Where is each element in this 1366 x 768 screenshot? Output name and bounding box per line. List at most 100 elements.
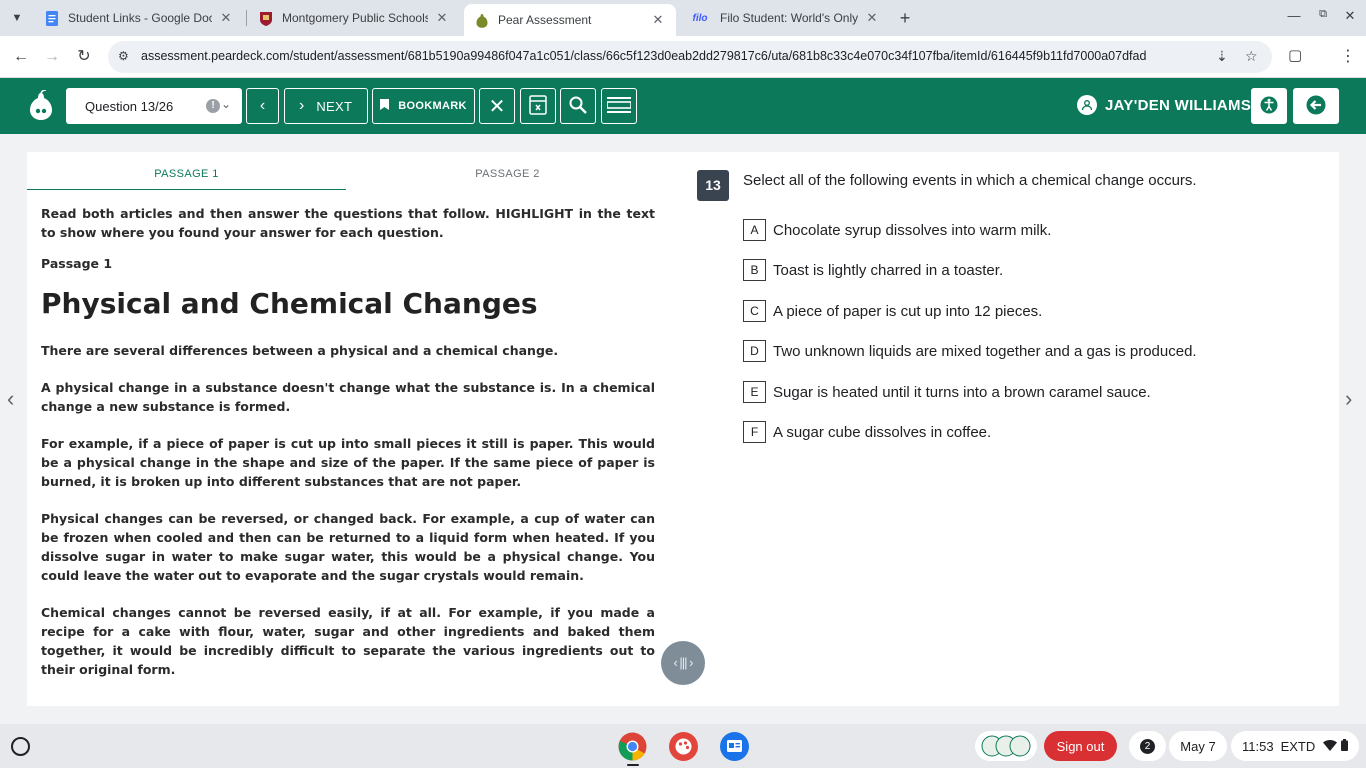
url-text[interactable]: assessment.peardeck.com/student/assessme… [141,49,1205,63]
flag-info-icon: ! [206,99,220,113]
active-app-indicator [627,764,639,766]
tab-student-links[interactable]: Student Links - Google Docs ✕ [34,4,244,32]
clock-timezone: EXTD [1280,738,1316,754]
line-reader-button[interactable] [601,88,637,124]
exit-button[interactable] [1293,88,1339,124]
tote-thumbnails[interactable] [975,731,1037,761]
new-tab-plus-icon[interactable]: + [894,7,916,29]
chevron-left-icon[interactable]: ‹ [7,386,14,412]
answer-option-d[interactable]: D Two unknown liquids are mixed together… [743,340,1197,362]
site-info-icon[interactable]: ⚙ [118,49,129,63]
browser-toolbar: ← → ↻ ⚙ assessment.peardeck.com/student/… [0,36,1366,78]
option-letter: F [743,421,766,443]
classroom-app-icon[interactable] [720,732,749,761]
paint-app-icon[interactable] [669,732,698,761]
close-icon[interactable]: ✕ [434,10,450,26]
option-text: Sugar is heated until it turns into a br… [773,383,1151,401]
question-selector-label: Question 13/26 [85,99,174,114]
minimize-icon[interactable]: — [1284,8,1304,23]
install-app-icon[interactable]: ⇣ [1216,48,1228,65]
option-letter: D [743,340,766,362]
accessibility-icon [1260,96,1278,117]
close-x-icon: ✕ [488,95,506,118]
option-text: A sugar cube dissolves in coffee. [773,423,992,441]
option-letter: A [743,219,766,241]
answer-option-c[interactable]: C A piece of paper is cut up into 12 pie… [743,300,1042,322]
line-reader-icon [606,96,632,116]
tab-search-icon[interactable]: ▼ [6,8,28,28]
kebab-menu-icon[interactable]: ⋮ [1340,46,1356,66]
next-button-label: NEXT [316,98,353,114]
pear-icon [474,12,490,28]
passage-paragraph[interactable]: Chemical changes cannot be reversed easi… [41,603,655,679]
restore-icon[interactable]: ⧉ [1313,8,1333,21]
reload-icon[interactable]: ↻ [73,46,95,68]
calculator-button[interactable] [520,88,556,124]
tab-passage-1[interactable]: PASSAGE 1 [27,168,346,190]
battery-icon [1341,738,1349,754]
tab-filo[interactable]: filo Filo Student: World's Only Live I ✕ [678,4,890,32]
question-number-badge: 13 [697,170,729,201]
browser-tab-strip: ▼ Student Links - Google Docs ✕ Montgome… [0,0,1366,36]
tab-title: Filo Student: World's Only Live I [720,11,858,25]
docs-icon [44,10,60,26]
passage-paragraph[interactable]: For example, if a piece of paper is cut … [41,434,655,491]
tab-pear-assessment[interactable]: Pear Assessment ✕ [464,4,676,36]
answer-option-f[interactable]: F A sugar cube dissolves in coffee. [743,421,991,443]
pane-resize-handle[interactable]: ‹ ||| › [661,641,705,685]
resize-handle-icon: ‹ ||| › [673,655,693,670]
answer-option-e[interactable]: E Sugar is heated until it turns into a … [743,381,1151,403]
passage-paragraph[interactable]: A physical change in a substance doesn't… [41,378,655,416]
date-button[interactable]: May 7 [1169,731,1227,761]
chevron-down-icon: ⌄ [221,97,232,111]
passage-text[interactable]: Read both articles and then answer the q… [41,204,655,697]
chevron-right-icon[interactable]: › [1345,386,1352,412]
passage-paragraph[interactable]: There are several differences between a … [41,341,655,360]
bookmark-star-icon[interactable]: ☆ [1245,48,1258,65]
passage-label[interactable]: Passage 1 [41,254,655,273]
tab-montgomery[interactable]: Montgomery Public Schools | H ✕ [248,4,460,32]
previous-question-button[interactable]: ‹ [246,88,279,124]
accessibility-button[interactable] [1251,88,1287,124]
address-bar[interactable]: ⚙ assessment.peardeck.com/student/assess… [108,41,1272,73]
option-text: Chocolate syrup dissolves into warm milk… [773,221,1052,239]
passage-paragraph[interactable]: Physical changes can be reversed, or cha… [41,509,655,585]
option-text: A piece of paper is cut up into 12 piece… [773,302,1043,320]
passage-instructions[interactable]: Read both articles and then answer the q… [41,204,655,242]
bookmark-icon [380,99,390,113]
answer-option-b[interactable]: B Toast is lightly charred in a toaster. [743,259,1003,281]
passage-title[interactable]: Physical and Chemical Changes [41,287,655,321]
magnifier-button[interactable] [560,88,596,124]
exit-arrow-icon [1306,95,1326,118]
notification-count: 2 [1140,739,1155,754]
option-letter: C [743,300,766,322]
bookmark-button-label: BOOKMARK [398,100,467,112]
sign-out-button[interactable]: Sign out [1044,731,1117,761]
window-close-icon[interactable]: ✕ [1340,8,1360,24]
question-prompt: Select all of the following events in wh… [743,172,1197,189]
close-icon[interactable]: ✕ [864,10,880,26]
tab-passage-2[interactable]: PASSAGE 2 [348,168,667,190]
os-shelf: Sign out 2 May 7 11:53 EXTD [0,724,1366,768]
answer-eliminator-button[interactable]: ✕ [479,88,515,124]
status-tray[interactable]: 11:53 EXTD [1231,731,1359,761]
chevron-left-icon: ‹ [259,97,266,114]
filo-icon: filo [692,12,708,24]
close-icon[interactable]: ✕ [650,12,666,28]
assessment-header: Question 13/26 ! ⌄ ‹ › NEXT BOOKMARK ✕ J… [0,78,1366,134]
chrome-app-icon[interactable] [618,732,647,761]
wifi-icon [1323,739,1338,754]
back-arrow-icon[interactable]: ← [10,46,32,68]
forward-arrow-icon[interactable]: → [41,46,63,68]
question-selector[interactable]: Question 13/26 ! ⌄ [66,88,242,124]
calculator-icon [529,94,547,118]
close-icon[interactable]: ✕ [218,10,234,26]
user-profile[interactable]: JAY'DEN WILLIAMS [1077,95,1251,115]
pear-logo-icon [28,89,54,122]
answer-option-a[interactable]: A Chocolate syrup dissolves into warm mi… [743,219,1051,241]
bookmark-button[interactable]: BOOKMARK [372,88,475,124]
extensions-icon[interactable]: ▢ [1288,46,1302,64]
next-button[interactable]: › NEXT [284,88,368,124]
option-text: Toast is lightly charred in a toaster. [773,261,1004,279]
launcher-icon[interactable] [11,737,30,756]
